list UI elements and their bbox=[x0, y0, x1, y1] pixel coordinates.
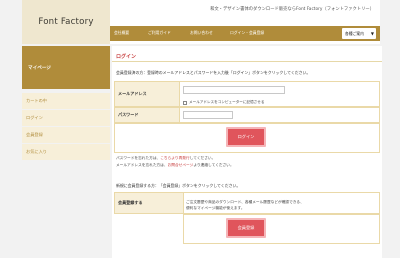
register-description: ご注文履歴や商品のダウンロード、各種メール履歴などが確認できる、 便利なマイペー… bbox=[186, 199, 376, 211]
forgot-email-prefix: メールアドレスを忘れた方は、 bbox=[116, 163, 168, 167]
forgot-password-suffix: してください。 bbox=[189, 156, 216, 160]
email-label: メールアドレス bbox=[114, 81, 180, 107]
new-member-instruction: 新規に会員登録する方：「会員登録」ボタンをクリックしてください。 bbox=[116, 183, 241, 188]
top-navbar: 会社概要 ご利用ガイド お問い合わせ ログイン・会員登録 各種ご案内 ▼ bbox=[110, 26, 380, 41]
forgot-email-note: メールアドレスを忘れた方は、お問合せページより連絡してください。 bbox=[116, 163, 234, 168]
header-bar: 和文・デザイン書体のダウンロード販売ならFont Factory（フォントファク… bbox=[110, 0, 380, 44]
password-cell bbox=[179, 107, 380, 123]
nav-contact[interactable]: お問い合わせ bbox=[190, 30, 213, 36]
remember-email[interactable]: メールアドレスをコンピューターに記憶させる bbox=[183, 100, 264, 105]
info-select-value: 各種ご案内 bbox=[345, 30, 364, 36]
sidebar-item-favorites[interactable]: お気に入り bbox=[22, 144, 110, 160]
main-content: ログイン 会員登録済の方：登録時のメールアドレスとパスワードを入力後「ログイン」… bbox=[112, 46, 382, 258]
page-title: ログイン bbox=[116, 54, 137, 60]
nav-guide[interactable]: ご利用ガイド bbox=[148, 30, 171, 36]
password-field[interactable] bbox=[183, 111, 233, 119]
email-field[interactable] bbox=[183, 86, 285, 94]
contact-page-link[interactable]: お問合せページ bbox=[168, 163, 194, 167]
remember-checkbox[interactable] bbox=[183, 100, 187, 105]
sidebar-item-register[interactable]: 会員登録 bbox=[22, 127, 110, 143]
member-instruction: 会員登録済の方：登録時のメールアドレスとパスワードを入力後「ログイン」ボタンをク… bbox=[116, 70, 311, 75]
sidebar-title: マイページ bbox=[22, 46, 110, 89]
nav-company[interactable]: 会社概要 bbox=[114, 30, 129, 36]
nav-login-register[interactable]: ログイン・会員登録 bbox=[230, 30, 264, 36]
password-label: パスワード bbox=[114, 107, 180, 123]
reissue-password-link[interactable]: こちらより再発行 bbox=[160, 156, 189, 160]
register-desc-line-2: 便利なマイページ機能が使えます。 bbox=[186, 206, 245, 210]
register-button[interactable]: 会員登録 bbox=[226, 218, 266, 238]
forgot-password-prefix: パスワードを忘れた方は、 bbox=[116, 156, 161, 160]
header: Font Factory 和文・デザイン書体のダウンロード販売ならFont Fa… bbox=[22, 0, 380, 44]
register-button-row bbox=[183, 214, 380, 244]
login-button[interactable]: ログイン bbox=[226, 127, 266, 147]
register-label: 会員登録する bbox=[114, 192, 184, 214]
forgot-email-suffix: より連絡してください。 bbox=[193, 163, 234, 167]
forgot-password-note: パスワードを忘れた方は、こちらより再発行してください。 bbox=[116, 156, 215, 161]
sidebar: マイページ カートの中 ログイン 会員登録 お気に入り bbox=[22, 46, 110, 258]
sidebar-item-login[interactable]: ログイン bbox=[22, 110, 110, 126]
site-logo[interactable]: Font Factory bbox=[22, 0, 110, 44]
sidebar-item-cart[interactable]: カートの中 bbox=[22, 93, 110, 109]
info-select[interactable]: 各種ご案内 ▼ bbox=[342, 28, 376, 39]
page: Font Factory 和文・デザイン書体のダウンロード販売ならFont Fa… bbox=[0, 0, 400, 258]
site-tagline: 和文・デザイン書体のダウンロード販売ならFont Factory（フォントファク… bbox=[210, 7, 374, 12]
remember-label: メールアドレスをコンピューターに記憶させる bbox=[189, 100, 265, 104]
chevron-down-icon: ▼ bbox=[370, 31, 374, 36]
title-divider bbox=[112, 61, 382, 62]
